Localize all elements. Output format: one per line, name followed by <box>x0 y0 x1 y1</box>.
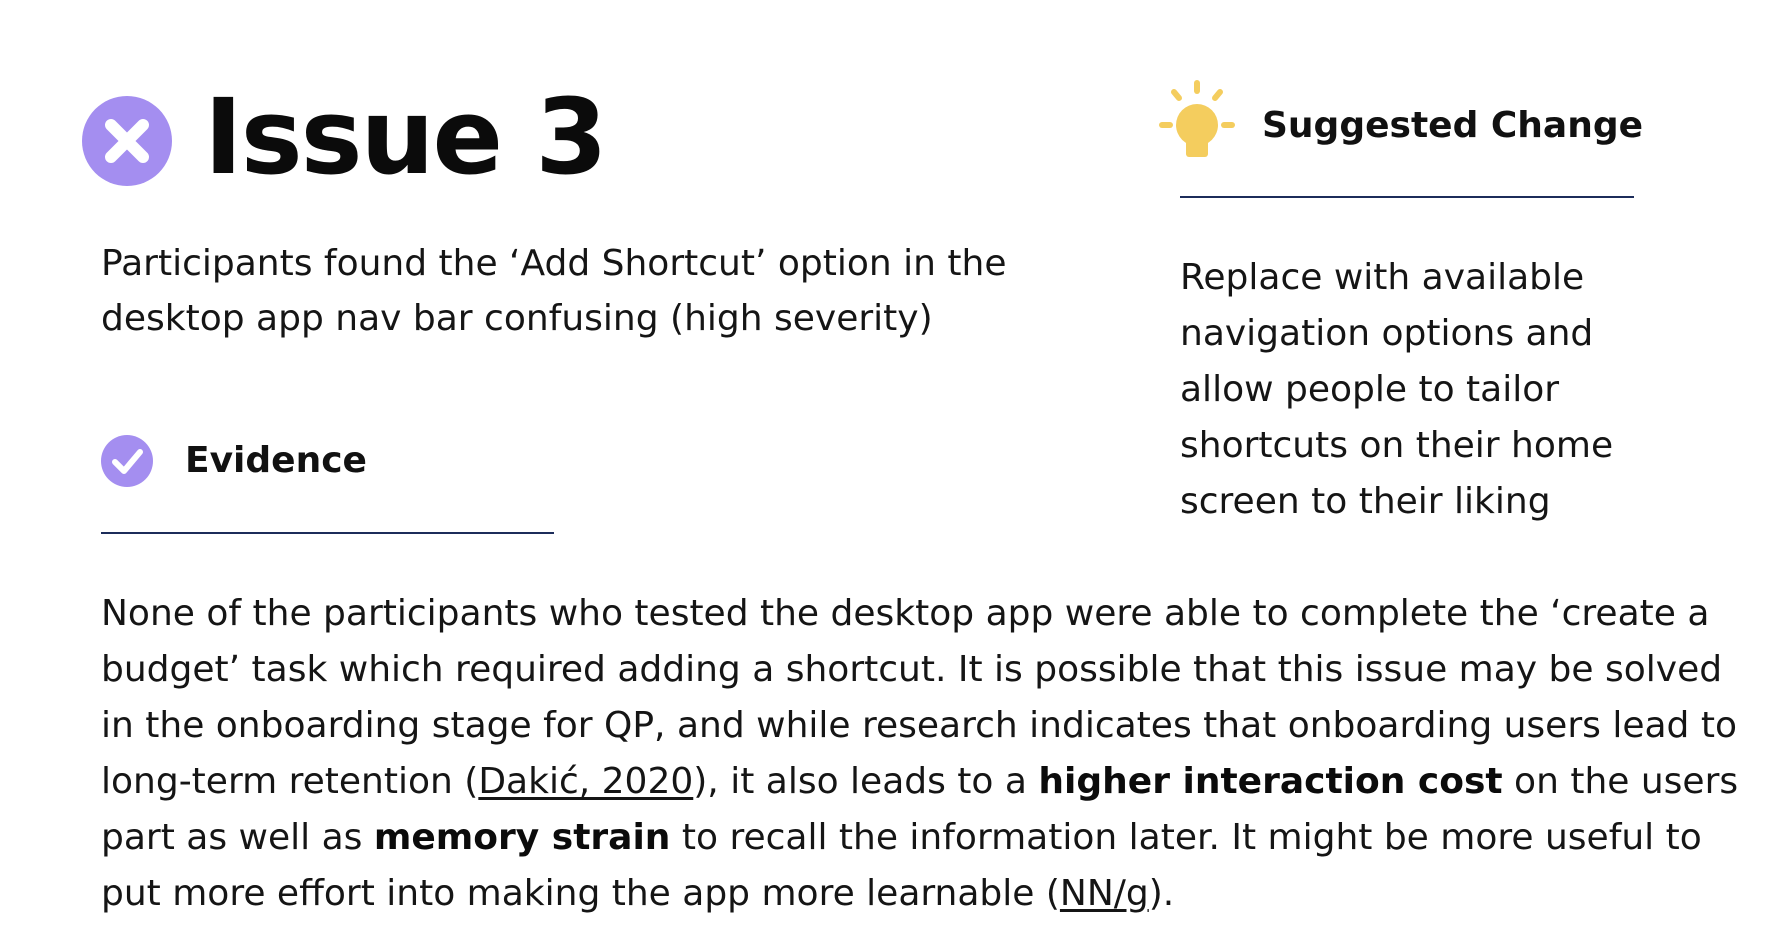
evidence-paragraph: None of the participants who tested the … <box>101 586 1741 922</box>
x-circle-icon <box>82 96 172 186</box>
lightbulb-icon <box>1152 80 1242 170</box>
suggested-change-text: Replace with available navigation option… <box>1180 257 1614 522</box>
suggested-change-heading: Suggested Change <box>1262 105 1644 146</box>
issue-title: Issue 3 <box>204 76 608 198</box>
evidence-heading: Evidence <box>185 440 367 481</box>
citation-link-nng[interactable]: NN/g <box>1060 873 1149 914</box>
check-circle-icon <box>101 435 153 487</box>
emphasis-interaction-cost: higher interaction cost <box>1038 761 1503 802</box>
citation-link-dakic[interactable]: Dakić, 2020 <box>478 761 693 802</box>
issue-summary: Participants found the ‘Add Shortcut’ op… <box>101 243 1007 339</box>
suggested-change-divider <box>1180 196 1634 198</box>
emphasis-memory-strain: memory strain <box>373 817 671 858</box>
evidence-text-2: ), it also leads to a <box>693 761 1039 802</box>
evidence-divider <box>101 532 554 534</box>
evidence-text-5: ). <box>1148 873 1175 914</box>
